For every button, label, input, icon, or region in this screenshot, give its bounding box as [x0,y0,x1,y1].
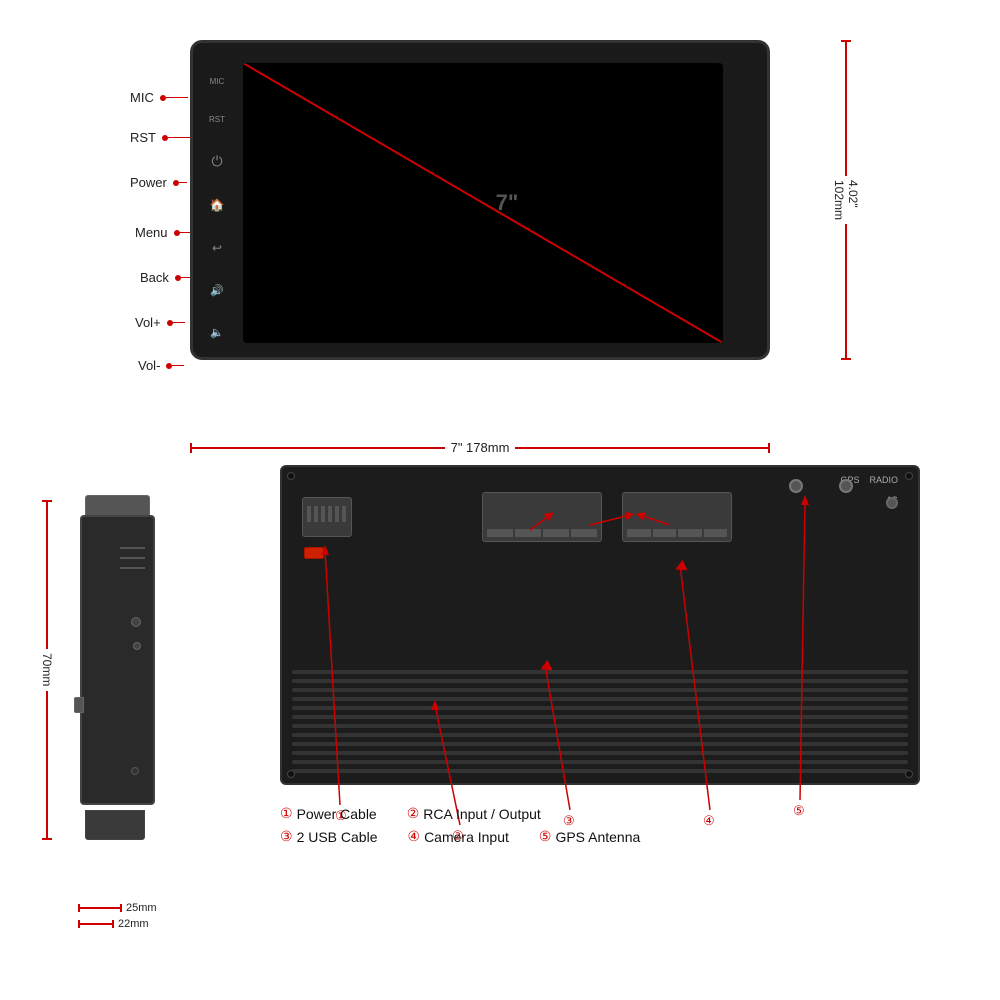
legend-section: ① Power Cable ② RCA Input / Output ③ 2 U… [280,805,920,851]
volminus-line [172,365,184,366]
radio-text: RADIO [869,475,898,485]
rst-line [168,137,190,138]
screen-diagonal [243,63,723,343]
gps-antenna-connector [789,479,803,493]
dim-line-v-bottom [845,224,847,358]
width-dimension: 7" 178mm [190,440,770,455]
screw-bl [287,770,295,778]
width-label: 7" 178mm [445,440,516,455]
side-port-1 [131,617,141,627]
volminus-label: Vol- [138,358,184,373]
rst-label: RST [130,130,190,145]
main-connector-2 [622,492,732,542]
side-main-body [80,515,155,805]
power-cable-small [304,547,324,559]
side-dim-line-top [46,502,48,649]
radio-antenna-connector [839,479,853,493]
legend-row-2: ③ 2 USB Cable ④ Camera Input ⑤ GPS Anten… [280,828,920,845]
side-audio-port [131,767,139,775]
front-view-section: MIC RST Power Menu Back V [130,30,850,410]
button-mic-icon: MIC [210,77,225,86]
dim-line-h-left [192,447,445,449]
button-volplus-icon: 🔊 [210,284,224,297]
side-dim-cap-bottom [42,838,52,840]
screw-tl [287,472,295,480]
volplus-label: Vol+ [135,315,185,330]
dim-cap-right [768,443,770,453]
device-back-panel: GPS RADIO 4G [280,465,920,785]
height-dimension: 4.02" 102mm [832,40,860,360]
side-port-2 [133,642,141,650]
device-front: MIC RST ⏻ 🏠 ↩ 🔊 🔈 7" [190,40,770,360]
dim-line-v-top [845,42,847,176]
side-vents [120,547,145,569]
dim-line-h-right [515,447,768,449]
side-depth-label: 70mm [40,649,54,690]
legend-power-cable: ① Power Cable [280,805,377,822]
side-view-section: 70mm [30,480,250,950]
mic-line [166,97,188,98]
legend-row-1: ① Power Cable ② RCA Input / Output [280,805,920,822]
menu-line [180,232,190,233]
back-vents [292,670,908,773]
power-connector-block [302,497,352,537]
main-connector-1 [482,492,602,542]
screw-br [905,770,913,778]
button-power-icon: ⏻ [211,153,222,170]
side-bottom-dims: 25mm 22mm [78,902,157,930]
side-bottom [85,810,145,840]
side-buttons: MIC RST ⏻ 🏠 ↩ 🔊 🔈 [201,63,233,353]
legend-rca: ② RCA Input / Output [407,805,541,822]
side-usb-port [74,697,84,713]
button-menu-icon: 🏠 [210,198,225,212]
dim-22mm-label: 22mm [118,918,149,930]
legend-usb-cable: ③ 2 USB Cable [280,828,378,845]
side-height-dimension: 70mm [40,500,54,840]
button-back-icon: ↩ [212,241,222,255]
back-label: Back [140,270,191,285]
side-dim-22: 22mm [78,918,157,930]
dim-25mm-label: 25mm [126,902,157,914]
legend-gps-antenna: ⑤ GPS Antenna [539,828,640,845]
dim-cap-bottom [841,358,851,360]
side-dim-25: 25mm [78,902,157,914]
power-line [179,182,187,183]
button-rst-icon: RST [209,115,225,124]
button-volminus-icon: 🔈 [210,326,224,339]
menu-label: Menu [135,225,190,240]
screw-tr [905,472,913,480]
screen: 7" [243,63,723,343]
volplus-line [173,322,185,323]
side-dim-line-bottom [46,691,48,838]
4g-connector [886,497,898,509]
device-side-body [80,495,170,840]
power-label: Power [130,175,187,190]
height-label-imperial: 4.02" 102mm [832,176,860,224]
legend-camera-input: ④ Camera Input [408,828,509,845]
screen-size-label: 7" [496,190,519,216]
back-view-section: GPS RADIO 4G [280,465,960,975]
mic-label: MIC [130,90,188,105]
